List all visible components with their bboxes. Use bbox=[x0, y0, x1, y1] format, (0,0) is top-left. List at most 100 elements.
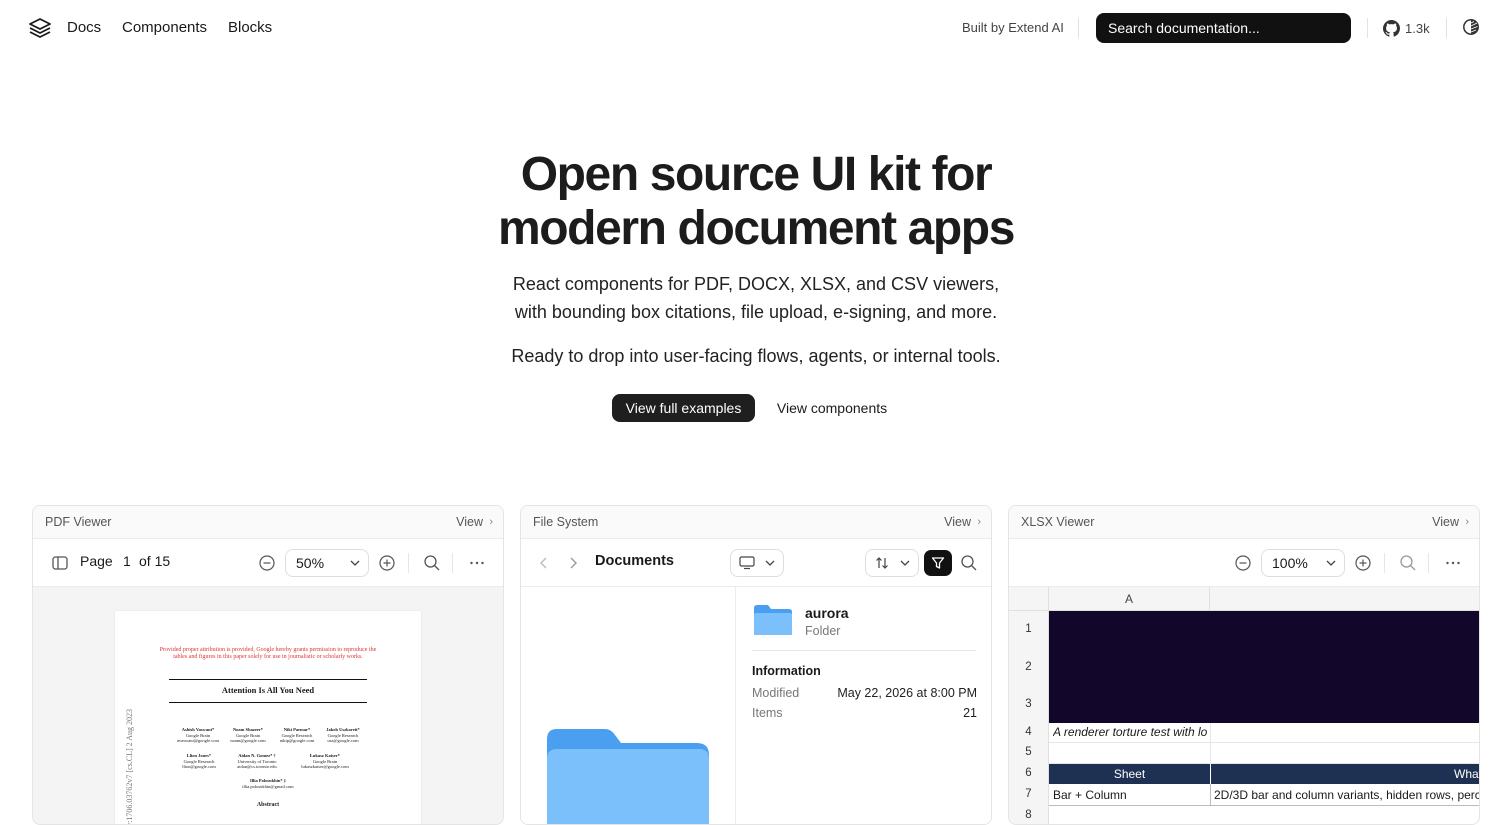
pdf-author: Jakob Uszkoreit* Google Research usz@googl… bbox=[326, 727, 360, 743]
cell-b7[interactable]: 2D/3D bar and column variants, hidden ro… bbox=[1214, 788, 1479, 802]
row-number[interactable]: 8 bbox=[1009, 805, 1049, 824]
xlsx-viewer-card: XLSX Viewer View › 100% A 1 2 3 4 5 6 7 … bbox=[1008, 505, 1480, 825]
card-title: XLSX Viewer bbox=[1021, 515, 1095, 529]
pdf-abstract-heading: Abstract bbox=[256, 802, 280, 808]
card-header: File System View › bbox=[521, 506, 991, 539]
github-icon bbox=[1383, 19, 1400, 37]
modified-label: Modified bbox=[752, 686, 800, 700]
chevron-right-icon: › bbox=[977, 516, 981, 528]
card-view-link[interactable]: View bbox=[1432, 515, 1459, 529]
view-full-examples-button[interactable]: View full examples bbox=[612, 394, 755, 422]
divider bbox=[752, 650, 976, 651]
banner-cell[interactable] bbox=[1049, 611, 1479, 723]
item-kind: Folder bbox=[805, 624, 841, 638]
pdf-arxiv-side-text: arXiv:1706.03762v7 [cs.CL] 2 Aug 2023 bbox=[125, 709, 134, 825]
theme-toggle-icon[interactable] bbox=[1462, 18, 1480, 36]
chevron-down-icon bbox=[350, 560, 360, 566]
search-icon[interactable] bbox=[1399, 554, 1417, 572]
nav-link-docs[interactable]: Docs bbox=[67, 18, 101, 38]
forward-arrow-icon[interactable] bbox=[564, 554, 582, 572]
spreadsheet-grid[interactable]: A 1 2 3 4 5 6 7 8 A renderer torture tes… bbox=[1009, 587, 1479, 824]
cell-a7[interactable]: Bar + Column bbox=[1053, 788, 1127, 802]
back-arrow-icon[interactable] bbox=[535, 554, 553, 572]
github-stars-link[interactable]: 1.3k bbox=[1383, 18, 1430, 38]
row-number[interactable]: 3 bbox=[1009, 686, 1049, 723]
zoom-select[interactable]: 100% bbox=[1261, 549, 1345, 577]
display-icon bbox=[739, 556, 755, 570]
card-header: XLSX Viewer View › bbox=[1009, 506, 1479, 539]
nav-link-blocks[interactable]: Blocks bbox=[228, 18, 272, 38]
nav-link-components[interactable]: Components bbox=[122, 18, 207, 38]
more-options-icon[interactable] bbox=[468, 554, 486, 572]
view-mode-select[interactable] bbox=[730, 549, 784, 577]
page-label: Page bbox=[80, 553, 113, 569]
information-heading: Information bbox=[752, 664, 821, 678]
pdf-toolbar: Page 1 of 15 50% bbox=[33, 539, 503, 587]
sidebar-toggle-icon[interactable] bbox=[51, 554, 69, 572]
github-star-count: 1.3k bbox=[1405, 20, 1430, 36]
zoom-value: 50% bbox=[296, 555, 325, 571]
nav-divider bbox=[1367, 18, 1368, 38]
cell-b6-header[interactable]: What bbox=[1211, 764, 1479, 784]
card-title: PDF Viewer bbox=[45, 515, 112, 529]
hero-subtitle-line: React components for PDF, DOCX, XLSX, an… bbox=[512, 274, 1000, 294]
items-value: 21 bbox=[963, 706, 977, 720]
card-view-link[interactable]: View bbox=[944, 515, 971, 529]
hero-tagline: Ready to drop into user-facing flows, ag… bbox=[511, 346, 1001, 366]
pdf-author: Łukasz Kaiser* Google Brain lukaszkaiser@g… bbox=[301, 753, 349, 769]
modified-value: May 22, 2026 at 8:00 PM bbox=[837, 686, 977, 700]
toolbar-divider bbox=[452, 553, 453, 573]
sort-select[interactable] bbox=[865, 549, 919, 577]
items-label: Items bbox=[752, 706, 783, 720]
search-icon[interactable] bbox=[960, 554, 978, 572]
filter-button[interactable] bbox=[924, 550, 952, 576]
pdf-notice: Provided proper attribution is provided,… bbox=[159, 647, 377, 660]
pdf-author: Illia Polosukhin* ‡ illia.polosukhin@gmai… bbox=[242, 778, 294, 789]
zoom-select[interactable]: 50% bbox=[285, 549, 369, 577]
cell-a6-header[interactable]: Sheet bbox=[1049, 764, 1210, 784]
row-gridline bbox=[1049, 742, 1479, 743]
layers-logo-icon[interactable] bbox=[28, 17, 52, 39]
zoom-in-icon[interactable] bbox=[378, 554, 396, 572]
search-icon[interactable] bbox=[423, 554, 441, 572]
row-number[interactable]: 1 bbox=[1009, 611, 1049, 648]
card-view-link[interactable]: View bbox=[456, 515, 483, 529]
column-gridline bbox=[1210, 723, 1211, 763]
row-number[interactable]: 4 bbox=[1009, 723, 1049, 742]
pdf-rule bbox=[169, 679, 367, 680]
view-components-button[interactable]: View components bbox=[766, 394, 898, 422]
current-folder-title: Documents bbox=[595, 553, 674, 569]
page-total: of 15 bbox=[139, 553, 171, 569]
chevron-down-icon bbox=[1326, 560, 1336, 566]
column-header-a[interactable]: A bbox=[1049, 587, 1210, 611]
built-by-link[interactable]: Built by Extend AI bbox=[962, 19, 1064, 37]
row-number[interactable]: 2 bbox=[1009, 648, 1049, 686]
file-info-pane: aurora Folder Information Modified May 2… bbox=[736, 587, 991, 824]
card-title: File System bbox=[533, 515, 599, 529]
row-number[interactable]: 5 bbox=[1009, 742, 1049, 763]
row-number[interactable]: 6 bbox=[1009, 763, 1049, 784]
folder-icon bbox=[754, 605, 792, 635]
pdf-document-title: Attention Is All You Need bbox=[221, 685, 315, 695]
corner-cell bbox=[1009, 587, 1049, 611]
xlsx-toolbar: 100% bbox=[1009, 539, 1479, 587]
zoom-in-icon[interactable] bbox=[1354, 554, 1372, 572]
file-toolbar: Documents bbox=[521, 539, 991, 587]
zoom-out-icon[interactable] bbox=[1234, 554, 1252, 572]
pdf-canvas[interactable]: Provided proper attribution is provided,… bbox=[33, 587, 503, 825]
chevron-right-icon: › bbox=[489, 516, 493, 528]
hero-title: Open source UI kit for modern document a… bbox=[0, 148, 1512, 256]
large-folder-icon bbox=[547, 729, 709, 824]
search-input[interactable]: Search documentation... bbox=[1096, 13, 1351, 43]
row-number[interactable]: 7 bbox=[1009, 784, 1049, 805]
item-name: aurora bbox=[805, 605, 849, 621]
nav-divider bbox=[1446, 18, 1447, 38]
zoom-out-icon[interactable] bbox=[258, 554, 276, 572]
sort-icon bbox=[876, 557, 888, 569]
pdf-rule bbox=[169, 702, 367, 703]
more-options-icon[interactable] bbox=[1444, 554, 1462, 572]
filter-icon bbox=[931, 557, 945, 569]
toolbar-divider bbox=[1384, 553, 1385, 573]
page-number-input[interactable]: 1 bbox=[123, 553, 131, 569]
cell-a4[interactable]: A renderer torture test with lo bbox=[1053, 725, 1208, 739]
